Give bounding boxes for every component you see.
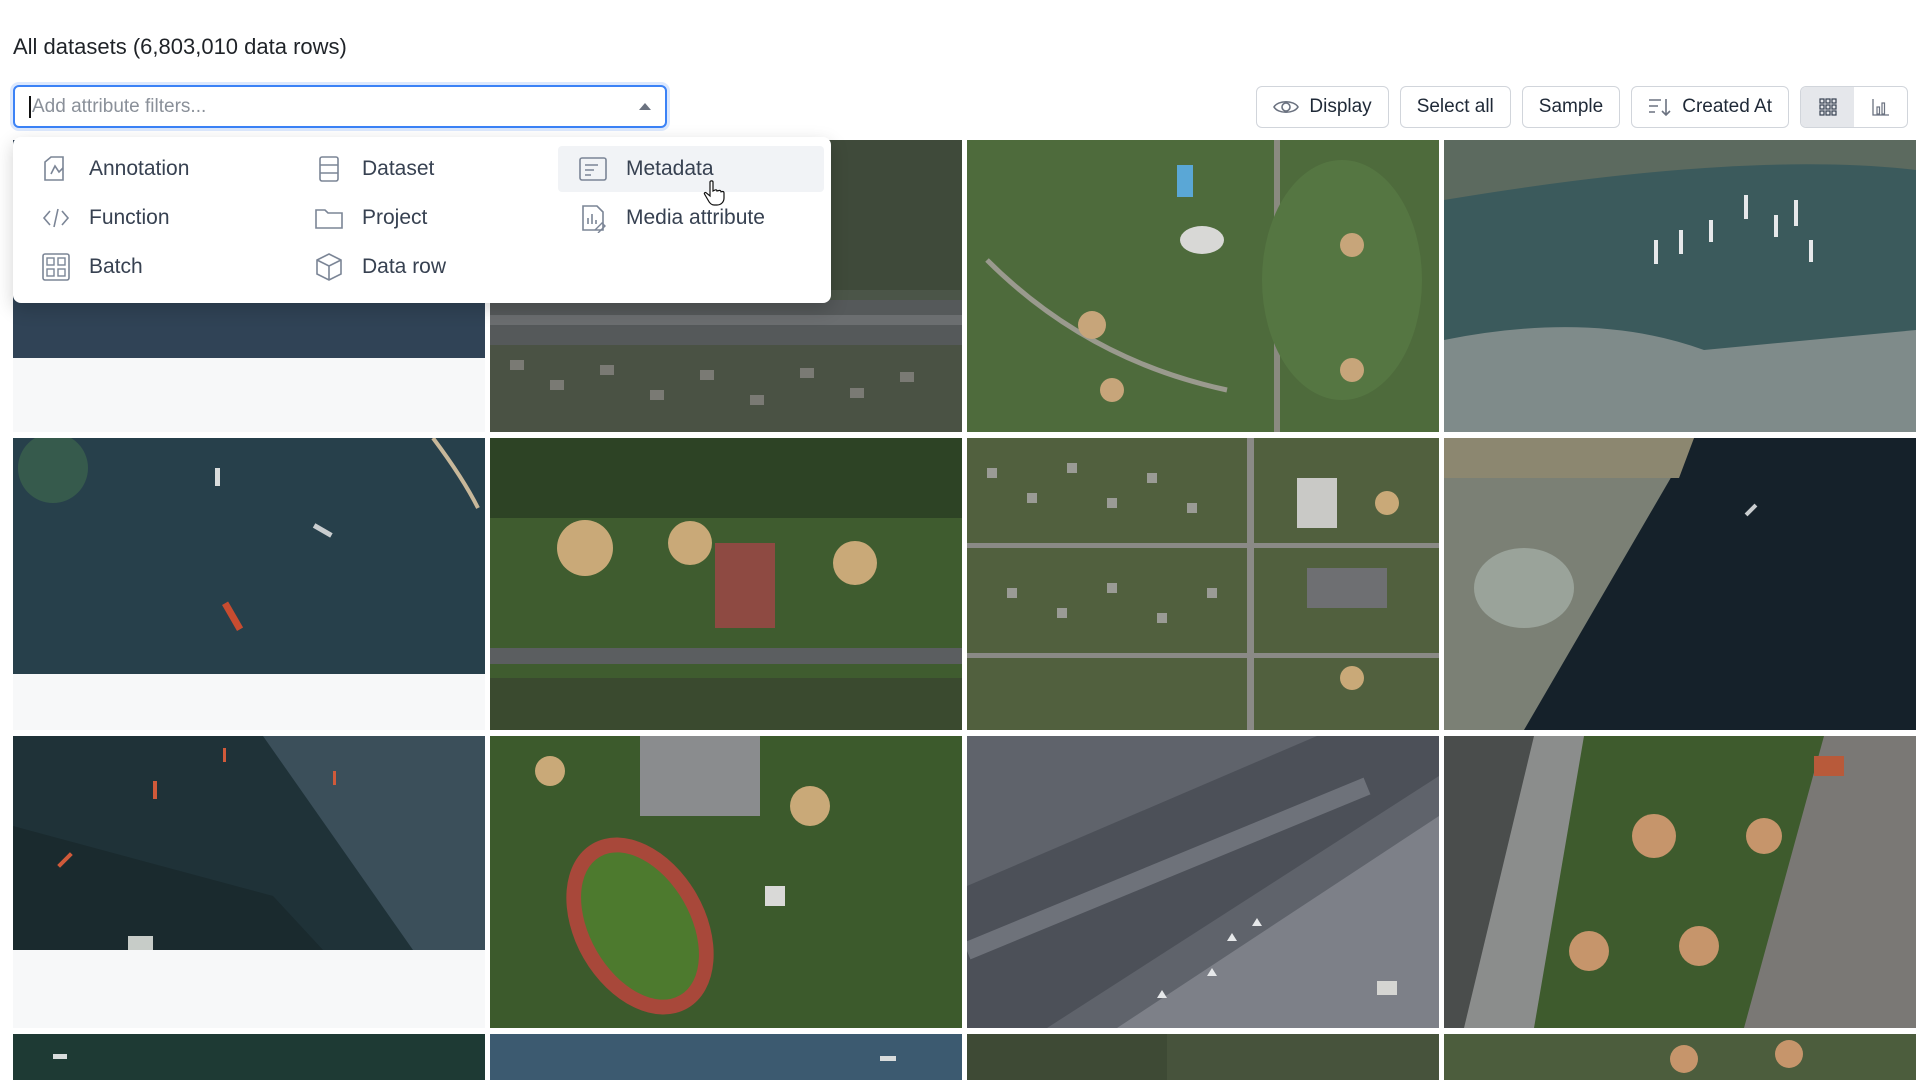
- aerial-image: [1444, 736, 1916, 1028]
- data-row-thumbnail[interactable]: [967, 736, 1439, 1028]
- toolbar: Display Select all Sample Created At: [1256, 86, 1908, 128]
- annotation-icon: [44, 156, 64, 181]
- data-row-thumbnail[interactable]: [1444, 140, 1916, 432]
- aerial-image: [967, 736, 1439, 1028]
- function-icon: [42, 208, 70, 228]
- hand-pointer-cursor-icon: [703, 180, 725, 206]
- menu-item-batch[interactable]: Batch: [21, 244, 283, 290]
- attribute-filter-menu: Annotation Dataset Metadata Function Pro…: [13, 137, 831, 303]
- select-all-label: Select all: [1416, 96, 1494, 117]
- menu-item-label: Data row: [362, 255, 447, 278]
- grid-view-button[interactable]: [1801, 87, 1854, 127]
- menu-item-label: Project: [362, 206, 428, 229]
- menu-item-label: Function: [89, 206, 170, 229]
- menu-item-label: Dataset: [362, 157, 435, 180]
- aerial-image: [967, 140, 1439, 432]
- media-attribute-icon: [582, 205, 606, 233]
- data-row-thumbnail[interactable]: [1444, 736, 1916, 1028]
- menu-item-label: Media attribute: [626, 206, 765, 229]
- metadata-icon: [579, 157, 607, 181]
- bar-chart-icon: [1871, 99, 1889, 116]
- batch-icon: [42, 253, 70, 281]
- data-row-thumbnail[interactable]: [490, 438, 962, 730]
- page-title: All datasets (6,803,010 data rows): [13, 34, 347, 59]
- aerial-image: [1444, 1034, 1916, 1080]
- menu-item-dataset[interactable]: Dataset: [294, 146, 556, 192]
- menu-item-label: Batch: [89, 255, 143, 278]
- project-icon: [315, 209, 343, 229]
- data-row-thumbnail[interactable]: [13, 438, 485, 730]
- view-toggle: [1800, 86, 1908, 128]
- sample-label: Sample: [1538, 96, 1604, 117]
- menu-item-metadata[interactable]: Metadata: [558, 146, 824, 192]
- text-caret: [29, 95, 31, 118]
- data-row-thumbnail[interactable]: [490, 1034, 962, 1080]
- menu-item-annotation[interactable]: Annotation: [21, 146, 283, 192]
- data-row-thumbnail[interactable]: [490, 736, 962, 1028]
- chevron-up-icon[interactable]: [639, 103, 651, 110]
- grid-icon: [1818, 98, 1837, 116]
- aerial-image: [13, 1034, 485, 1080]
- attribute-filter-input[interactable]: [13, 85, 667, 128]
- data-row-thumbnail[interactable]: [967, 1034, 1439, 1080]
- menu-item-media-attribute[interactable]: Media attribute: [558, 195, 824, 241]
- menu-item-label: Metadata: [626, 157, 714, 180]
- aerial-image: [1444, 438, 1916, 730]
- menu-item-function[interactable]: Function: [21, 195, 283, 241]
- dataset-icon: [319, 156, 339, 182]
- sort-descending-icon: [1649, 99, 1671, 117]
- filter-text-field[interactable]: [32, 95, 639, 118]
- aerial-image: [967, 1034, 1439, 1080]
- menu-item-project[interactable]: Project: [294, 195, 556, 241]
- sample-button[interactable]: Sample: [1521, 86, 1621, 128]
- data-row-thumbnail[interactable]: [13, 736, 485, 1028]
- data-row-thumbnail[interactable]: [967, 140, 1439, 432]
- analytics-view-button[interactable]: [1854, 87, 1907, 127]
- display-label: Display: [1309, 96, 1372, 117]
- display-button[interactable]: Display: [1256, 86, 1389, 128]
- sort-button[interactable]: Created At: [1631, 86, 1789, 128]
- cube-icon: [316, 253, 342, 281]
- data-row-thumbnail[interactable]: [13, 1034, 485, 1080]
- aerial-image: [490, 736, 962, 1028]
- aerial-image: [490, 1034, 962, 1080]
- data-row-thumbnail[interactable]: [1444, 1034, 1916, 1080]
- sort-label: Created At: [1682, 96, 1772, 117]
- eye-icon: [1273, 100, 1300, 114]
- aerial-image: [1444, 140, 1916, 432]
- menu-item-data-row[interactable]: Data row: [294, 244, 556, 290]
- aerial-image: [13, 438, 485, 674]
- menu-item-label: Annotation: [89, 157, 190, 180]
- aerial-image: [13, 736, 485, 950]
- data-row-thumbnail[interactable]: [1444, 438, 1916, 730]
- select-all-button[interactable]: Select all: [1399, 86, 1511, 128]
- data-row-thumbnail[interactable]: [967, 438, 1439, 730]
- aerial-image: [967, 438, 1439, 730]
- aerial-image: [490, 438, 962, 730]
